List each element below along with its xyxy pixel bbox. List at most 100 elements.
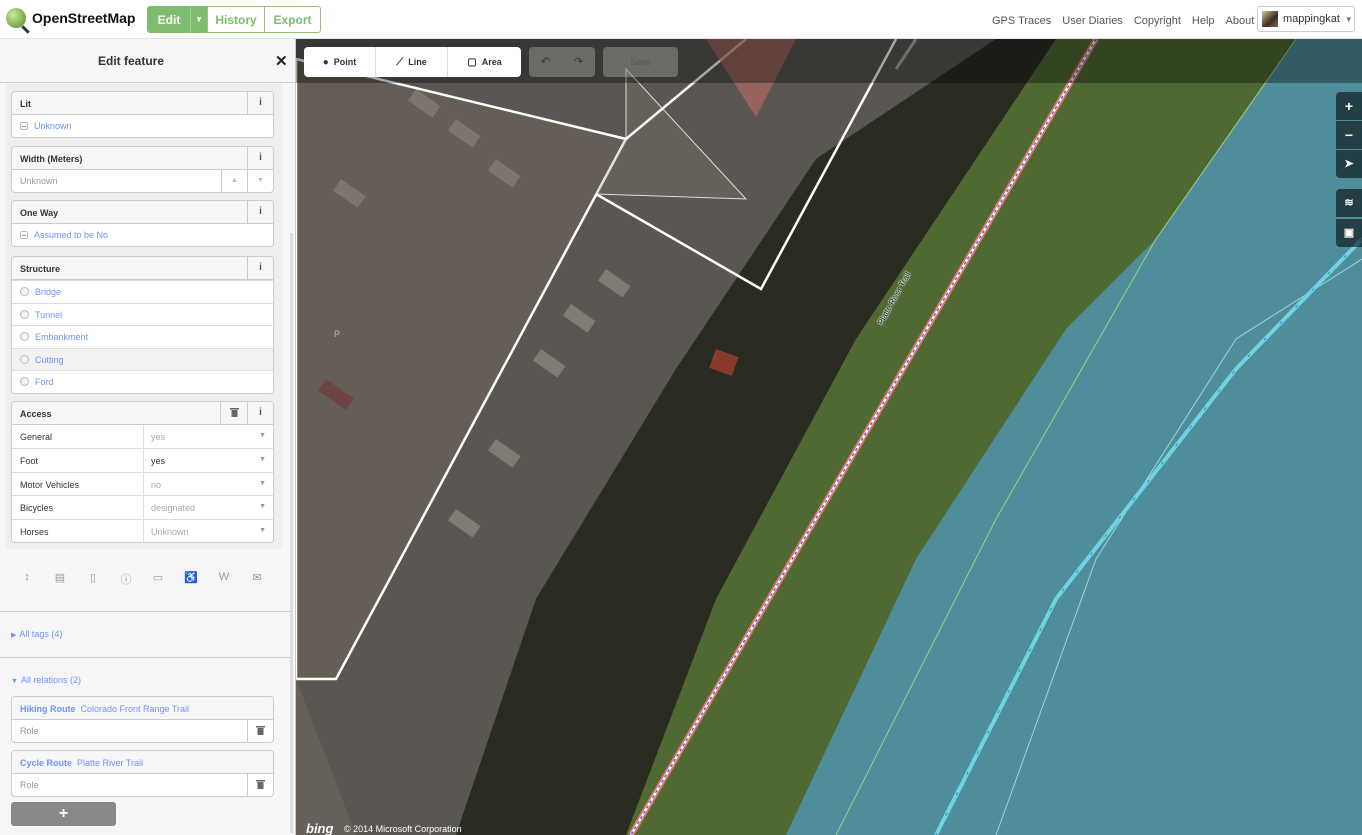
- map-data-icon[interactable]: ▣: [1336, 219, 1362, 247]
- chevron-down-icon: ▼: [259, 432, 266, 439]
- relation-header[interactable]: Cycle Route Platte River Trail: [12, 751, 273, 774]
- add-relation-button[interactable]: +: [11, 802, 116, 826]
- field-width-label: Width (Meters): [20, 154, 83, 164]
- osm-logo[interactable]: OpenStreetMap: [6, 8, 135, 28]
- radio-icon: [20, 354, 29, 364]
- oneway-checkbox[interactable]: Assumed to be No: [12, 224, 273, 246]
- access-value[interactable]: designated ▼: [144, 496, 273, 518]
- copyright-link[interactable]: Copyright: [1134, 15, 1181, 27]
- chevron-down-icon: ▼: [259, 526, 266, 534]
- edit-button[interactable]: Edit: [147, 6, 191, 33]
- point-icon: ●: [322, 56, 329, 68]
- oneway-value: Assumed to be No: [34, 230, 109, 240]
- access-row-bicycles[interactable]: Bicycles designated ▼: [12, 495, 273, 519]
- username: mappingkat: [1283, 13, 1340, 25]
- osm-magnifier-icon: [6, 8, 26, 28]
- layers-icon[interactable]: ≋: [1336, 189, 1362, 217]
- zoom-out-icon[interactable]: −: [1336, 121, 1362, 149]
- export-button[interactable]: Export: [264, 6, 321, 33]
- osm-logo-text: OpenStreetMap: [32, 10, 136, 26]
- field-structure-label: Structure: [20, 264, 61, 274]
- role-placeholder: Role: [20, 780, 39, 790]
- geolocate-icon[interactable]: ➤: [1336, 150, 1362, 178]
- role-input[interactable]: Role: [12, 720, 273, 742]
- all-relations-label: All relations (2): [20, 675, 81, 685]
- lit-checkbox[interactable]: Unknown: [12, 115, 273, 137]
- structure-option-bridge[interactable]: Bridge: [12, 280, 273, 303]
- trash-icon[interactable]: [247, 720, 273, 742]
- user-menu[interactable]: mappingkat ▼: [1257, 6, 1355, 32]
- undo-icon[interactable]: ↶: [529, 47, 562, 77]
- all-tags-label: All tags (4): [19, 629, 63, 639]
- decrement-icon[interactable]: ▼: [247, 170, 273, 192]
- option-label: Embankment: [35, 332, 89, 342]
- info-circle-icon[interactable]: ⓘ: [118, 571, 134, 587]
- caret-down-icon: ▼: [1344, 14, 1353, 24]
- relation-header[interactable]: Hiking Route Colorado Front Range Trail: [12, 697, 273, 720]
- option-label: Bridge: [35, 287, 62, 297]
- add-point-button[interactable]: ● Point: [304, 47, 376, 77]
- wikipedia-icon[interactable]: W: [216, 571, 232, 587]
- chevron-down-icon: ▼: [259, 456, 266, 464]
- bing-logo: bing: [306, 821, 334, 835]
- map-imagery: P: [296, 39, 1362, 835]
- info-icon[interactable]: i: [247, 257, 273, 279]
- help-link[interactable]: Help: [1192, 15, 1215, 27]
- relation-type: Cycle Route: [20, 758, 73, 768]
- access-row-foot[interactable]: Foot yes ▼: [12, 448, 273, 472]
- structure-option-tunnel[interactable]: Tunnel: [12, 302, 273, 326]
- save-button[interactable]: Save: [603, 47, 678, 77]
- top-links: GPS Traces User Diaries Copyright Help A…: [992, 15, 1265, 27]
- access-value[interactable]: no ▼: [144, 473, 273, 495]
- role-input[interactable]: Role: [12, 774, 273, 796]
- option-label: Ford: [35, 377, 54, 387]
- laptop-icon[interactable]: ▭: [150, 571, 166, 587]
- avatar: [1262, 11, 1278, 27]
- elevation-icon[interactable]: ↕: [19, 571, 35, 587]
- info-icon[interactable]: i: [247, 92, 273, 114]
- field-oneway: One Way i Assumed to be No: [11, 200, 274, 247]
- info-icon[interactable]: i: [247, 147, 273, 169]
- width-placeholder: Unknown: [20, 176, 58, 186]
- trash-icon[interactable]: [247, 774, 273, 796]
- info-icon[interactable]: i: [247, 201, 273, 223]
- wheelchair-icon[interactable]: ♿: [183, 571, 199, 587]
- width-input[interactable]: Unknown ▲ ▼: [12, 170, 273, 192]
- add-area-button[interactable]: ▢ Area: [448, 47, 521, 77]
- phone-icon[interactable]: ▯: [85, 571, 101, 587]
- field-lit-label: Lit: [20, 99, 31, 109]
- history-button[interactable]: History: [207, 6, 265, 33]
- sidebar: Edit feature ✕ Lit i Unknown Width (Mete…: [0, 39, 296, 835]
- user-diaries-link[interactable]: User Diaries: [1062, 15, 1123, 27]
- structure-option-cutting[interactable]: Cutting: [12, 347, 273, 370]
- access-row-general[interactable]: General yes ▼: [12, 425, 273, 449]
- access-row-motor-vehicles[interactable]: Motor Vehicles no ▼: [12, 471, 273, 496]
- zoom-in-icon[interactable]: +: [1336, 92, 1362, 120]
- field-access: Access i General yes ▼ Foot yes ▼ Motor Vehi…: [11, 401, 274, 543]
- access-key: Motor Vehicles: [12, 472, 144, 496]
- all-tags-toggle[interactable]: ▶ All tags (4): [11, 629, 62, 639]
- trash-icon[interactable]: [220, 402, 247, 424]
- access-value[interactable]: yes ▼: [144, 449, 273, 471]
- redo-icon[interactable]: ↷: [562, 47, 595, 77]
- structure-option-ford[interactable]: Ford: [12, 370, 273, 393]
- mail-icon[interactable]: ✉: [249, 571, 265, 587]
- about-link[interactable]: About: [1226, 15, 1255, 27]
- map-toolbar: ● Point ⟋ Line ▢ Area ↶ ↷ Save: [296, 39, 1362, 83]
- edit-dropdown-toggle[interactable]: ▼: [190, 6, 208, 33]
- map-canvas[interactable]: P Platte River Trail ● Point ⟋ Line ▢ Area …: [296, 39, 1362, 835]
- note-icon[interactable]: ▤: [52, 571, 68, 587]
- add-line-button[interactable]: ⟋ Line: [376, 47, 448, 77]
- structure-option-embankment[interactable]: Embankment: [12, 325, 273, 348]
- field-width: Width (Meters) i Unknown ▲ ▼: [11, 146, 274, 193]
- access-value[interactable]: yes ▼: [144, 425, 273, 448]
- close-icon[interactable]: ✕: [275, 52, 288, 70]
- access-row-horses[interactable]: Horses Unknown ▼: [12, 518, 273, 542]
- increment-icon[interactable]: ▲: [221, 170, 247, 192]
- sidebar-scrollbar[interactable]: [290, 233, 293, 833]
- info-icon[interactable]: i: [247, 402, 273, 424]
- gps-traces-link[interactable]: GPS Traces: [992, 15, 1051, 27]
- caret-down-icon: ▼: [195, 15, 203, 24]
- all-relations-toggle[interactable]: ▼ All relations (2): [11, 675, 81, 685]
- access-value[interactable]: Unknown ▼: [144, 520, 273, 542]
